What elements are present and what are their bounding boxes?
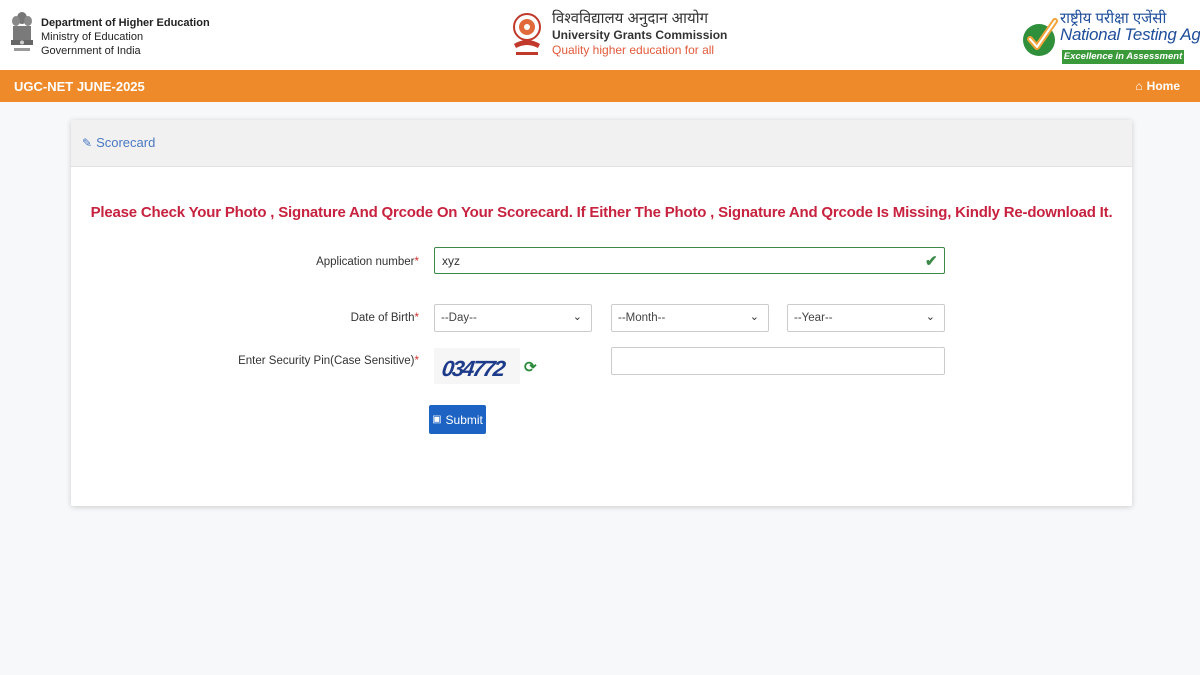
captcha-image: 034772 (434, 348, 520, 384)
dob-day-value: --Day-- (441, 312, 477, 324)
required-mark: * (414, 312, 419, 324)
gov-branding: Department of Higher Education Ministry … (8, 8, 210, 64)
captcha-text: 034772 (440, 356, 506, 381)
site-header: Department of Higher Education Ministry … (0, 0, 1200, 70)
home-icon: ⌂ (1135, 79, 1143, 93)
scorecard-panel: ✎ Scorecard Please Check Your Photo , Si… (71, 120, 1132, 506)
required-mark: * (414, 256, 419, 268)
panel-title: Scorecard (96, 135, 156, 150)
check-icon: ✔ (925, 253, 938, 270)
nta-tick-icon (1023, 18, 1058, 56)
dob-month-value: --Month-- (618, 312, 666, 324)
ministry-name: Ministry of Education (41, 31, 144, 43)
dob-day-select[interactable]: --Day-- ⌄ (434, 304, 592, 332)
dob-year-value: --Year-- (794, 312, 833, 324)
chevron-down-icon: ⌄ (572, 311, 582, 323)
security-pin-input[interactable] (611, 347, 945, 375)
ugc-english-name: University Grants Commission (552, 28, 728, 42)
exam-title: UGC-NET JUNE-2025 (14, 79, 145, 94)
ugc-hindi-name: विश्वविद्यालय अनुदान आयोग (552, 10, 709, 27)
nav-bar: UGC-NET JUNE-2025 ⌂ Home (0, 70, 1200, 102)
home-label: Home (1146, 79, 1180, 93)
emblem-icon (11, 12, 33, 51)
save-icon: ▣ (432, 414, 442, 425)
dob-month-select[interactable]: --Month-- ⌄ (611, 304, 769, 332)
home-link[interactable]: ⌂ Home (1135, 79, 1180, 93)
nta-english-name: National Testing Agency (1060, 25, 1200, 44)
panel-header: ✎ Scorecard (71, 120, 1132, 167)
ugc-tagline: Quality higher education for all (552, 43, 715, 57)
submit-label: Submit (445, 412, 483, 427)
refresh-icon[interactable]: ⟳ (524, 358, 537, 376)
ugc-logo-icon (513, 13, 541, 55)
government-name: Government of India (41, 45, 141, 57)
required-mark: * (414, 355, 419, 367)
chevron-down-icon: ⌄ (925, 311, 935, 323)
nta-branding: राष्ट्रीय परीक्षा एजेंसी National Testin… (1022, 8, 1200, 66)
chevron-down-icon: ⌄ (749, 311, 759, 323)
notice-message: Please Check Your Photo , Signature And … (90, 204, 1113, 221)
nta-badge: Excellence in Assessment (1062, 50, 1184, 64)
submit-button[interactable]: ▣ Submit (429, 405, 486, 434)
dob-label: Date of Birth* (350, 312, 419, 324)
ugc-branding: विश्वविद्यालय अनुदान आयोग University Gra… (508, 10, 727, 66)
department-name: Department of Higher Education (41, 17, 210, 29)
application-number-label: Application number* (316, 256, 419, 268)
application-number-input[interactable]: xyz (434, 247, 945, 274)
edit-icon: ✎ (82, 135, 93, 150)
dob-year-select[interactable]: --Year-- ⌄ (787, 304, 945, 332)
security-pin-label: Enter Security Pin(Case Sensitive)* (238, 355, 419, 367)
